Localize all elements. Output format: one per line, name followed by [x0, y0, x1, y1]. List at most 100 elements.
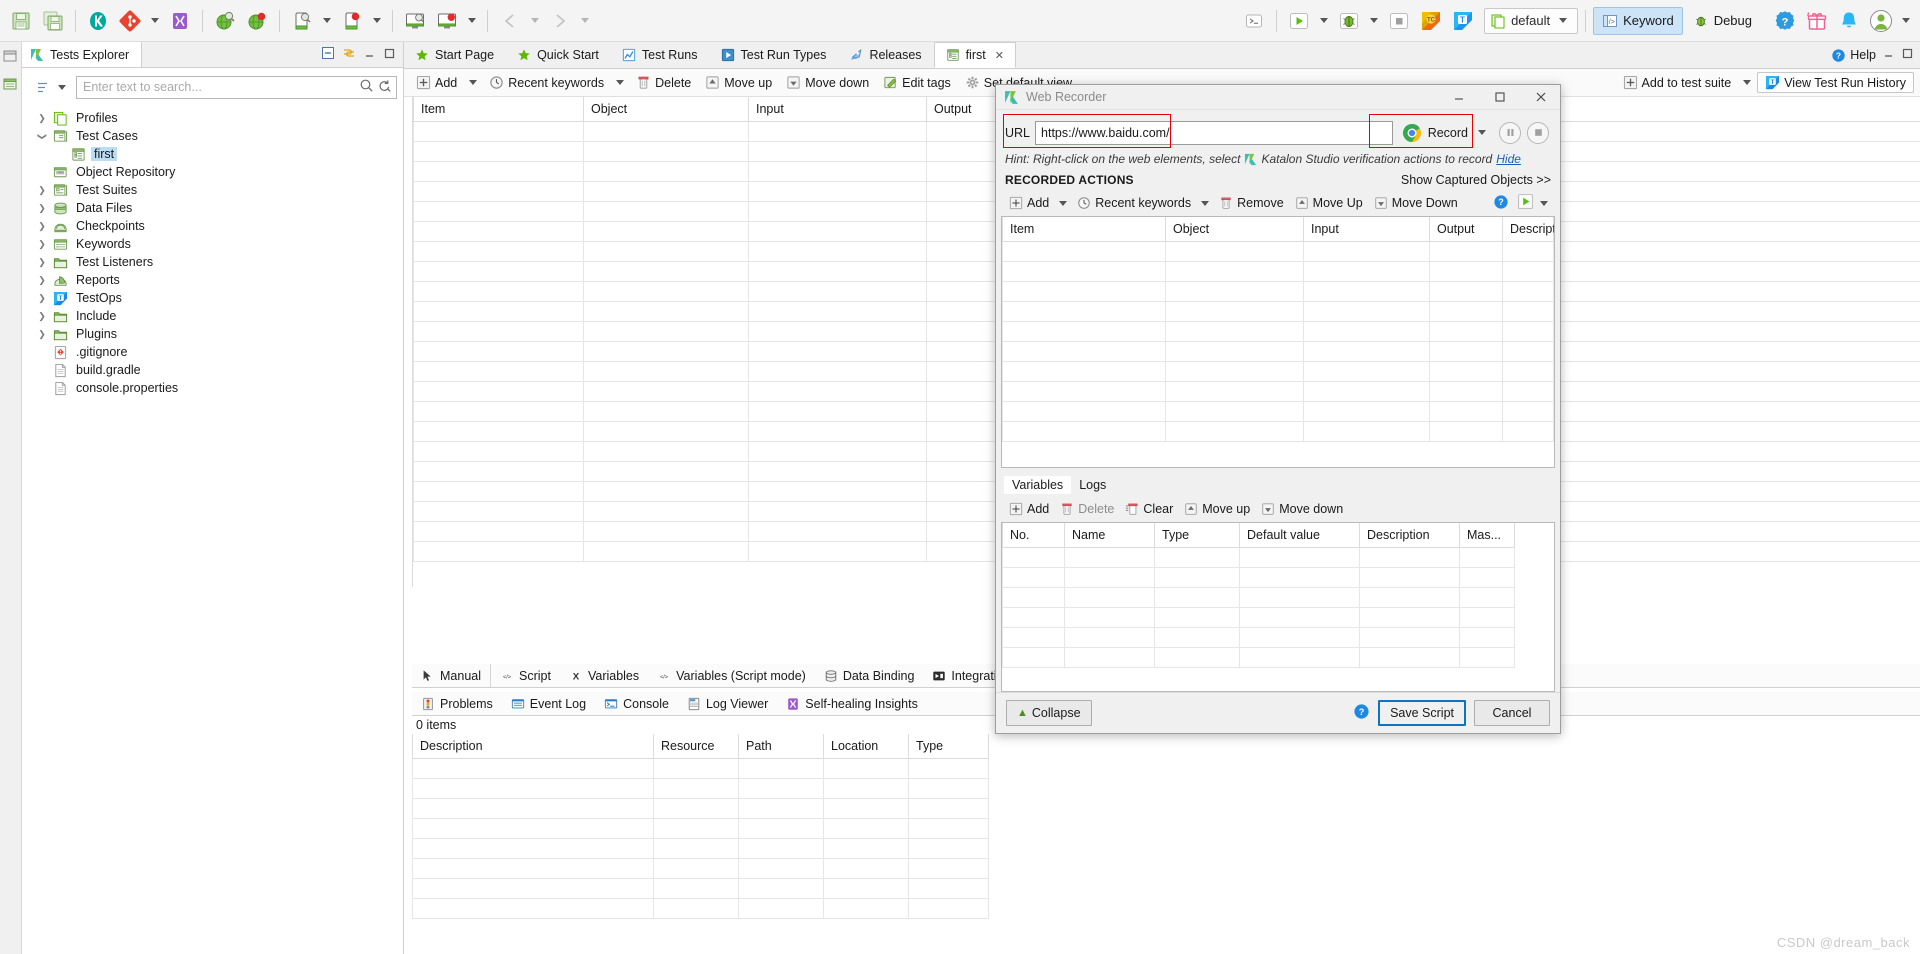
table-cell[interactable] [412, 897, 654, 919]
table-cell[interactable] [1429, 320, 1503, 342]
search-input[interactable]: Enter text to search... [76, 75, 397, 99]
table-cell[interactable] [413, 180, 584, 202]
table-cell[interactable] [748, 340, 927, 362]
column-header[interactable]: Item [413, 97, 584, 122]
table-row[interactable] [1002, 626, 1554, 648]
table-cell[interactable] [1502, 400, 1554, 422]
table-cell[interactable] [1303, 320, 1430, 342]
table-row[interactable] [1002, 340, 1554, 362]
url-input[interactable]: https://www.baidu.com/ [1035, 120, 1393, 145]
table-cell[interactable] [1165, 320, 1304, 342]
tree-item-test-listeners[interactable]: ❯ Test Listeners [34, 253, 403, 271]
table-cell[interactable] [748, 440, 927, 462]
table-cell[interactable] [1359, 626, 1460, 648]
tree-item-gitignore[interactable]: .gitignore [34, 343, 403, 361]
tree-item-object-repository[interactable]: Object Repository [34, 163, 403, 181]
recorder-remove-button[interactable]: Remove [1214, 194, 1289, 212]
table-row[interactable] [1002, 606, 1554, 628]
table-cell[interactable] [1303, 300, 1430, 322]
table-cell[interactable] [748, 520, 927, 542]
table-cell[interactable] [738, 897, 824, 919]
table-cell[interactable] [748, 540, 927, 562]
help-icon[interactable]: ? [1353, 703, 1370, 723]
table-cell[interactable] [1459, 646, 1515, 668]
recorder-move-up-button[interactable]: Move Up [1290, 194, 1368, 212]
table-row[interactable] [1002, 586, 1554, 608]
table-cell[interactable] [413, 340, 584, 362]
tab-tests-explorer[interactable]: Tests Explorer [22, 42, 143, 67]
table-cell[interactable] [1429, 300, 1503, 322]
table-cell[interactable] [738, 757, 824, 779]
table-cell[interactable] [413, 380, 584, 402]
table-cell[interactable] [1239, 586, 1360, 608]
table-cell[interactable] [583, 520, 749, 542]
column-header[interactable]: Description [1359, 523, 1460, 548]
table-cell[interactable] [1359, 586, 1460, 608]
cancel-button[interactable]: Cancel [1474, 700, 1550, 726]
bell-icon[interactable] [1834, 6, 1864, 36]
table-cell[interactable] [653, 757, 739, 779]
table-cell[interactable] [823, 897, 909, 919]
run-caret[interactable] [1320, 18, 1329, 23]
table-cell[interactable] [1064, 586, 1155, 608]
table-cell[interactable] [1002, 380, 1166, 402]
table-cell[interactable] [583, 440, 749, 462]
tree-item-test-cases[interactable]: ❯ Test Cases [34, 127, 403, 145]
table-cell[interactable] [583, 200, 749, 222]
table-cell[interactable] [908, 817, 989, 839]
table-cell[interactable] [653, 817, 739, 839]
table-cell[interactable] [1002, 240, 1166, 262]
table-cell[interactable] [738, 877, 824, 899]
tree-item-first[interactable]: first [34, 145, 403, 163]
table-cell[interactable] [908, 877, 989, 899]
stop-icon[interactable] [1527, 121, 1549, 144]
editor-tab-quick-start[interactable]: Quick Start [506, 42, 611, 68]
table-row[interactable] [412, 777, 1920, 799]
table-cell[interactable] [1165, 360, 1304, 382]
table-cell[interactable] [413, 200, 584, 222]
table-cell[interactable] [413, 320, 584, 342]
debug-icon[interactable] [1334, 6, 1364, 36]
table-cell[interactable] [823, 817, 909, 839]
table-cell[interactable] [823, 757, 909, 779]
table-cell[interactable] [1064, 646, 1155, 668]
table-cell[interactable] [583, 340, 749, 362]
close-icon[interactable]: ✕ [995, 49, 1004, 62]
table-cell[interactable] [413, 480, 584, 502]
table-cell[interactable] [1502, 380, 1554, 402]
column-header[interactable]: Description [1502, 217, 1554, 242]
table-cell[interactable] [738, 797, 824, 819]
table-cell[interactable] [1154, 546, 1240, 568]
table-row[interactable] [1002, 400, 1554, 422]
table-cell[interactable] [1239, 626, 1360, 648]
table-row[interactable] [1002, 360, 1554, 382]
link-with-editor-icon[interactable] [342, 46, 356, 63]
table-cell[interactable] [583, 360, 749, 382]
table-row[interactable] [412, 837, 1920, 859]
table-cell[interactable] [1429, 400, 1503, 422]
table-cell[interactable] [1002, 300, 1166, 322]
table-row[interactable] [412, 757, 1920, 779]
table-cell[interactable] [1303, 240, 1430, 262]
table-cell[interactable] [583, 260, 749, 282]
help-icon[interactable]: ? [1493, 194, 1509, 213]
table-cell[interactable] [1429, 380, 1503, 402]
table-cell[interactable] [583, 380, 749, 402]
git-dropdown-caret[interactable] [151, 18, 159, 23]
table-cell[interactable] [1502, 260, 1554, 282]
spy-desktop-icon[interactable] [400, 6, 430, 36]
table-cell[interactable] [1002, 606, 1065, 628]
tab-variables[interactable]: X Variables [560, 664, 648, 688]
table-row[interactable] [412, 797, 1920, 819]
table-cell[interactable] [1002, 586, 1065, 608]
table-row[interactable] [1002, 380, 1554, 402]
table-cell[interactable] [413, 140, 584, 162]
table-cell[interactable] [1502, 420, 1554, 442]
table-cell[interactable] [748, 420, 927, 442]
table-row[interactable] [1002, 280, 1554, 302]
editor-tab-releases[interactable]: Releases [838, 42, 933, 68]
table-cell[interactable] [413, 280, 584, 302]
table-cell[interactable] [1303, 280, 1430, 302]
toolbar-move-up-button[interactable]: Move up [699, 73, 778, 92]
table-cell[interactable] [823, 797, 909, 819]
